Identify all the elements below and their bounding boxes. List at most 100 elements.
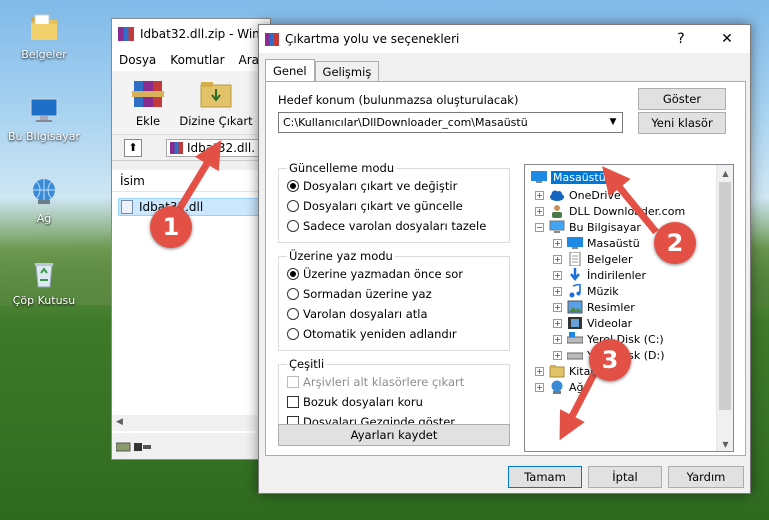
menu-item-file[interactable]: Dosya xyxy=(112,53,163,67)
drive-icon xyxy=(116,442,151,452)
option-label: Bozuk dosyaları koru xyxy=(303,395,423,409)
overwrite-mode-title: Üzerine yaz modu xyxy=(287,249,395,263)
expand-toggle[interactable]: + xyxy=(553,351,562,360)
scroll-left-icon: ◀ xyxy=(116,417,123,427)
expand-toggle[interactable]: + xyxy=(553,271,562,280)
desktop-icon-recycle-bin[interactable]: Çöp Kutusu xyxy=(6,258,82,307)
checkbox[interactable] xyxy=(287,396,299,408)
expand-toggle[interactable]: + xyxy=(553,287,562,296)
network-icon xyxy=(28,176,60,208)
add-button[interactable]: Ekle xyxy=(122,77,174,128)
tree-item-user[interactable]: DLL Downloader.com xyxy=(549,203,685,219)
show-button[interactable]: Göster xyxy=(638,88,726,110)
ok-button[interactable]: Tamam xyxy=(508,466,582,488)
tree-item-downloads[interactable]: İndirilenler xyxy=(567,267,646,283)
scroll-up-icon[interactable]: ▲ xyxy=(717,165,733,182)
checkbox-extract-subfolders: Arşivleri alt klasörlere çıkart xyxy=(287,375,464,389)
radio-auto-rename[interactable]: Otomatik yeniden adlandır xyxy=(287,327,457,341)
tree-item-music[interactable]: Müzik xyxy=(567,283,619,299)
option-label: Sadece varolan dosyaları tazele xyxy=(303,219,487,233)
overwrite-mode-group: Üzerine yaz modu Üzerine yazmadan önce s… xyxy=(278,249,510,351)
radio-button[interactable] xyxy=(287,200,299,212)
radio-extract-replace[interactable]: Dosyaları çıkart ve değiştir xyxy=(287,179,457,193)
radio-button[interactable] xyxy=(287,308,299,320)
help-button[interactable]: ? xyxy=(659,25,703,53)
cancel-button[interactable]: İptal xyxy=(588,466,662,488)
destination-path-combobox[interactable]: C:\Kullanıcılar\DllDownloader_com\Masaüs… xyxy=(278,112,623,133)
help-bottom-button[interactable]: Yardım xyxy=(668,466,744,488)
dialog-app-icon xyxy=(265,32,279,46)
menu-item-commands[interactable]: Komutlar xyxy=(163,53,231,67)
option-label: Varolan dosyaları atla xyxy=(303,307,428,321)
winrar-horizontal-scrollbar[interactable]: ◀ xyxy=(112,415,272,431)
tree-item-onedrive[interactable]: OneDrive xyxy=(549,187,621,203)
radio-extract-update[interactable]: Dosyaları çıkart ve güncelle xyxy=(287,199,463,213)
desktop-icon-this-pc[interactable]: Bu Bilgisayar xyxy=(6,94,82,143)
column-header-name[interactable]: İsim xyxy=(112,170,272,192)
expand-toggle[interactable]: + xyxy=(553,319,562,328)
expand-toggle[interactable]: + xyxy=(553,239,562,248)
winrar-address-bar: ⬆ Idbat32.dll. xyxy=(112,135,272,161)
scrollbar-thumb[interactable] xyxy=(719,182,731,410)
step-marker-1: 1 xyxy=(150,206,192,248)
desktop-icon-documents[interactable]: Belgeler xyxy=(6,12,82,61)
expand-toggle[interactable]: + xyxy=(553,335,562,344)
radio-button[interactable] xyxy=(287,268,299,280)
desktop-icon-network[interactable]: Ağ xyxy=(6,176,82,225)
radio-button[interactable] xyxy=(287,328,299,340)
radio-button[interactable] xyxy=(287,180,299,192)
download-icon xyxy=(570,268,580,282)
extract-to-button[interactable]: Dizine Çıkart xyxy=(178,77,254,128)
radio-ask-before-overwrite[interactable]: Üzerine yazmadan önce sor xyxy=(287,267,463,281)
radio-button[interactable] xyxy=(287,220,299,232)
tree-vertical-scrollbar[interactable]: ▲ ▼ xyxy=(716,165,733,451)
dialog-title-bar[interactable]: Çıkartma yolu ve seçenekleri ? ✕ xyxy=(259,25,750,53)
desktop-icon-label: Belgeler xyxy=(21,48,67,61)
destination-label: Hedef konum (bulunmazsa oluşturulacak) xyxy=(278,93,519,107)
close-button[interactable]: ✕ xyxy=(705,25,749,53)
music-icon xyxy=(569,284,581,298)
computer-icon xyxy=(28,94,60,126)
address-field[interactable]: Idbat32.dll. xyxy=(166,139,272,157)
radio-freshen-existing[interactable]: Sadece varolan dosyaları tazele xyxy=(287,219,486,233)
option-label: Dosyaları çıkart ve değiştir xyxy=(303,179,458,193)
computer-icon xyxy=(549,220,565,233)
tree-item-documents[interactable]: Belgeler xyxy=(567,251,632,267)
expand-toggle[interactable]: + xyxy=(535,191,544,200)
folder-tree[interactable]: Masaüstü + OneDrive + DLL Downloader.com… xyxy=(524,164,734,452)
checkbox-keep-broken-files[interactable]: Bozuk dosyaları koru xyxy=(287,395,423,409)
extract-folder-icon xyxy=(200,82,232,108)
tree-item-desktop-sub[interactable]: Masaüstü xyxy=(567,235,640,251)
desktop-icon-label: Bu Bilgisayar xyxy=(8,130,80,143)
file-row[interactable]: Idbat32.dll xyxy=(118,198,268,216)
expand-toggle[interactable]: + xyxy=(535,383,544,392)
tree-item-desktop[interactable]: Masaüstü xyxy=(531,169,608,185)
desktop-icon xyxy=(531,171,547,183)
collapse-toggle[interactable]: − xyxy=(535,223,544,232)
radio-overwrite-without-prompt[interactable]: Sormadan üzerine yaz xyxy=(287,287,432,301)
tree-item-this-pc[interactable]: Bu Bilgisayar xyxy=(549,219,641,235)
expand-toggle[interactable]: + xyxy=(553,303,562,312)
new-folder-button[interactable]: Yeni klasör xyxy=(638,112,726,134)
tree-item-label: DLL Downloader.com xyxy=(569,204,686,218)
tab-general[interactable]: Genel xyxy=(265,59,315,81)
expand-toggle[interactable]: + xyxy=(535,367,544,376)
expand-toggle[interactable]: + xyxy=(553,255,562,264)
tree-item-pictures[interactable]: Resimler xyxy=(567,299,635,315)
tab-advanced[interactable]: Gelişmiş xyxy=(314,61,380,81)
tree-item-network[interactable]: Ağ xyxy=(549,379,584,395)
tree-item-videos[interactable]: Videolar xyxy=(567,315,632,331)
radio-button[interactable] xyxy=(287,288,299,300)
radio-skip-existing[interactable]: Varolan dosyaları atla xyxy=(287,307,428,321)
disk-icon xyxy=(567,352,583,360)
general-tab-panel: Hedef konum (bulunmazsa oluşturulacak) C… xyxy=(265,81,746,456)
up-folder-button[interactable]: ⬆ xyxy=(124,139,142,157)
winrar-title-bar[interactable]: Idbat32.dll.zip - WinR xyxy=(112,19,270,49)
scroll-down-icon[interactable]: ▼ xyxy=(717,436,733,451)
save-settings-button[interactable]: Ayarları kaydet xyxy=(278,424,510,446)
option-label: Otomatik yeniden adlandır xyxy=(303,327,457,341)
winrar-file-list[interactable]: İsim Idbat32.dll xyxy=(112,170,272,433)
chevron-down-icon[interactable]: ▼ xyxy=(604,113,622,132)
expand-toggle[interactable]: + xyxy=(535,207,544,216)
dll-file-icon xyxy=(121,200,133,214)
